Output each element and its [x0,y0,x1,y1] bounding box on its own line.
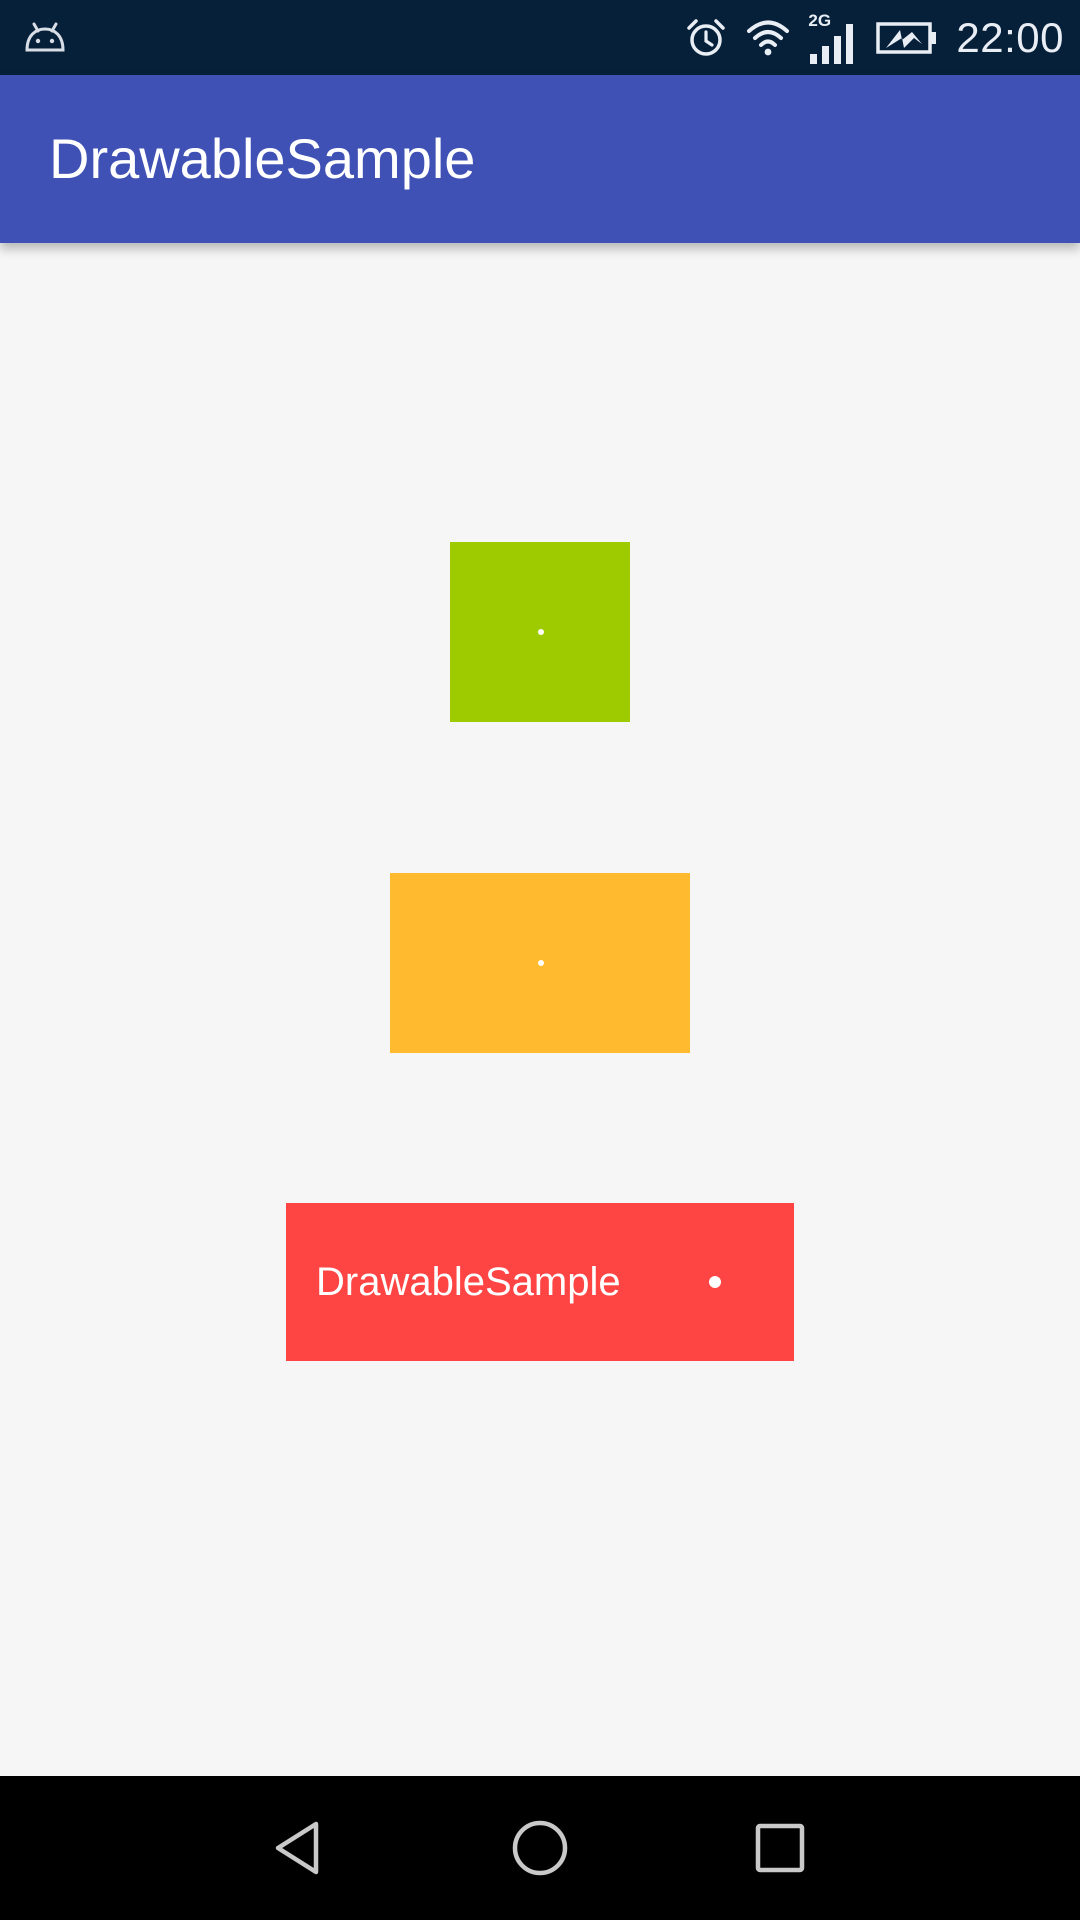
screen: 2G 22:00 DrawableSample DrawableSample [0,0,1080,1920]
red-drawable-box[interactable]: DrawableSample [286,1203,794,1361]
red-center-dot [709,1276,721,1288]
red-box-label: DrawableSample [316,1260,621,1304]
recents-icon[interactable] [744,1812,816,1884]
android-debug-icon [25,22,65,52]
orange-drawable-box [390,873,690,1053]
alarm-icon [687,18,726,56]
status-time: 22:00 [956,14,1064,61]
green-center-dot [538,629,544,635]
battery-charging-icon [876,21,937,54]
status-icons: 2G 22:00 [684,0,1064,75]
navigation-bar [0,1776,1080,1920]
orange-center-dot [538,960,544,966]
cell-signal-icon [810,23,854,64]
app-bar: DrawableSample [0,75,1080,243]
green-drawable-box [450,542,630,722]
status-bar: 2G 22:00 [0,0,1080,75]
back-icon[interactable] [264,1812,336,1884]
content-area: DrawableSample [0,243,1080,1776]
cell-signal: 2G [808,12,858,64]
wifi-icon [747,20,790,55]
home-icon[interactable] [504,1812,576,1884]
app-title: DrawableSample [49,127,476,190]
